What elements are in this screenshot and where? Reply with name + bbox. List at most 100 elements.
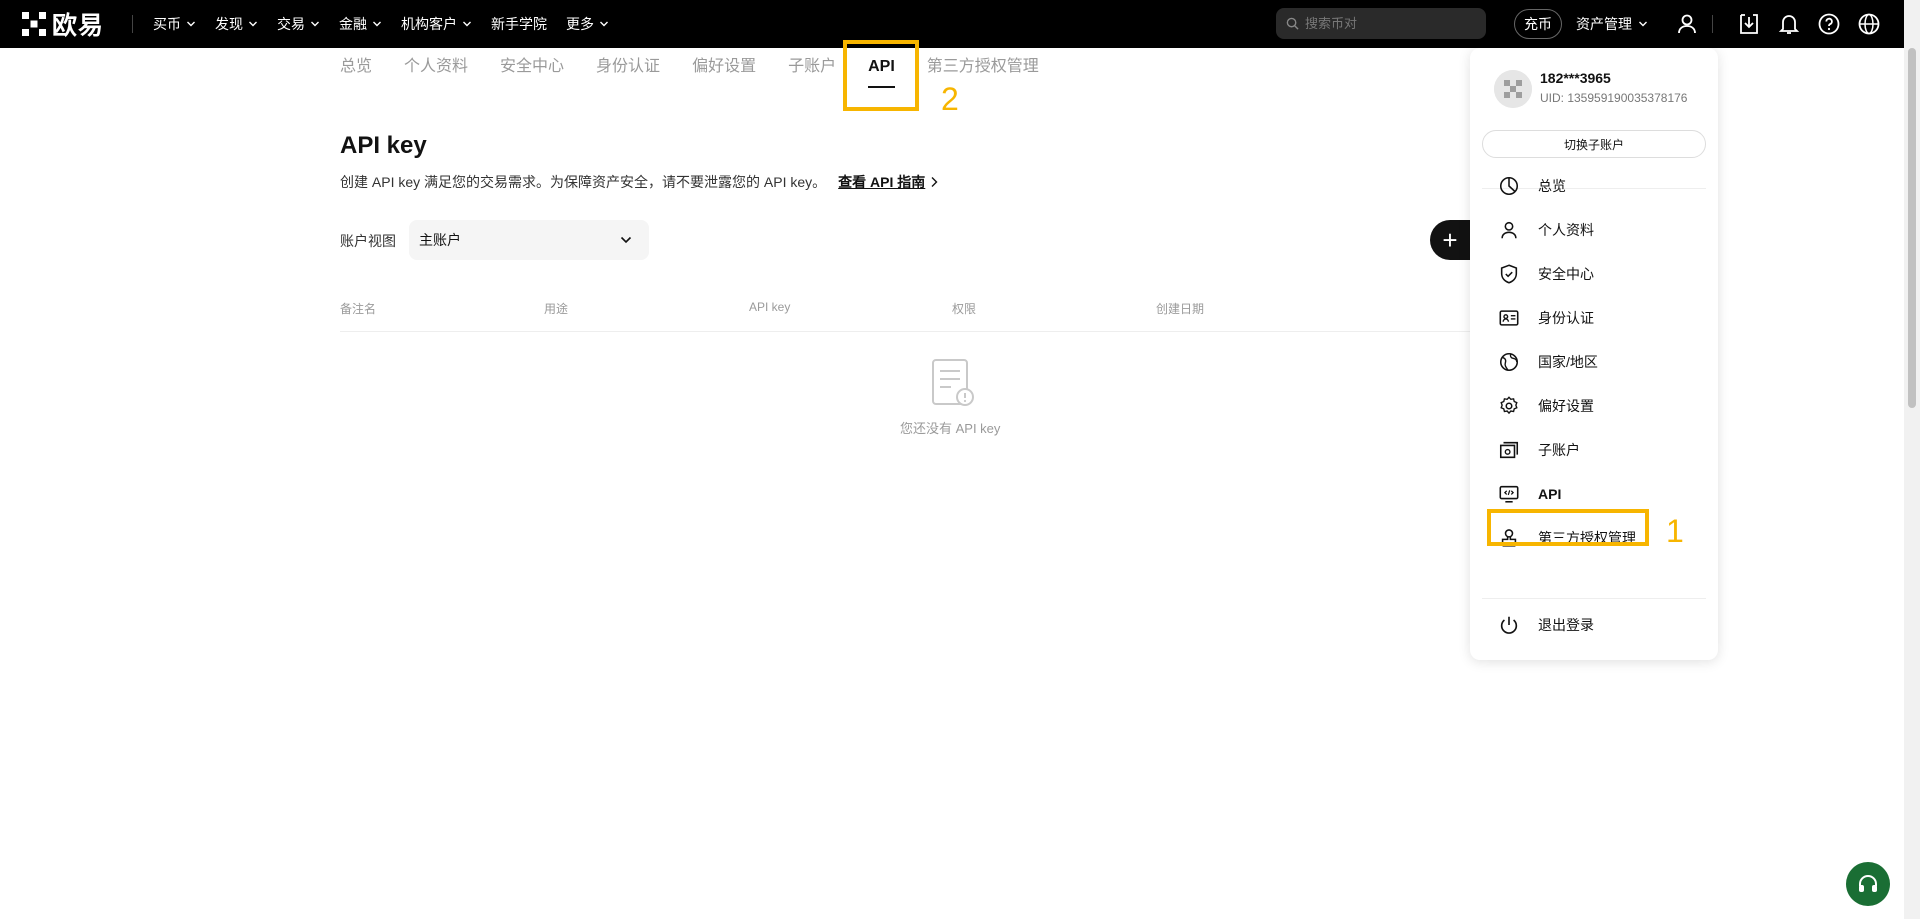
search-input[interactable] [1305, 16, 1475, 31]
dropdown-item-label: 安全中心 [1538, 266, 1594, 282]
nav-item-label: 买币 [153, 16, 182, 32]
nav-item-label: 更多 [566, 16, 595, 32]
tab-3[interactable]: 身份认证 [596, 52, 660, 82]
user-icon[interactable] [1675, 12, 1699, 36]
tab-highlight-box [843, 40, 919, 111]
api-monitor-icon [1499, 485, 1519, 503]
okx-logo-icon [22, 12, 46, 36]
pie-chart-icon [1499, 176, 1519, 196]
account-tabs: 总览 个人资料 安全中心 身份认证 偏好设置 子账户 API 第三方授权管理 [340, 52, 1071, 92]
dropdown-item-label: 偏好设置 [1538, 398, 1594, 414]
table-header-cell: 权限 [952, 302, 977, 316]
avatar [1494, 70, 1532, 108]
empty-state-text: 您还没有 API key [900, 421, 1001, 436]
globe-region-icon [1499, 352, 1519, 372]
page-description-text: 创建 API key 满足您的交易需求。为保障资产安全，请不要泄露您的 API … [340, 174, 827, 190]
logout-item[interactable]: 退出登录 [1498, 613, 1594, 637]
logout-label: 退出登录 [1538, 617, 1594, 633]
page-title: API key [340, 132, 427, 159]
dropdown-item-label: 个人资料 [1538, 222, 1594, 238]
id-card-icon [1499, 310, 1519, 326]
dropdown-item-0[interactable]: 总览 [1498, 174, 1566, 198]
account-view-select[interactable]: 主账户 [409, 220, 649, 260]
dropdown-item-7[interactable]: API [1498, 482, 1561, 506]
top-icon-divider [1712, 15, 1713, 33]
power-icon [1500, 616, 1518, 634]
main-nav: 买币 发现 交易 金融 机构客户 新手学院 更多 [153, 14, 628, 34]
nav-item-5[interactable]: 新手学院 [491, 14, 547, 34]
dropdown-item-5[interactable]: 偏好设置 [1498, 394, 1594, 418]
bell-icon[interactable] [1777, 12, 1801, 36]
support-chat-button[interactable] [1846, 862, 1890, 906]
api-guide-link[interactable]: 查看 API 指南 [838, 172, 925, 192]
page-scrollbar[interactable] [1904, 0, 1920, 919]
account-dropdown: 182***3965 UID: 135959190035378176 切换子账户… [1470, 48, 1718, 660]
chevron-down-icon [187, 21, 196, 27]
menu-highlight-number: 1 [1666, 513, 1684, 549]
tab-0[interactable]: 总览 [340, 52, 372, 82]
account-view-value: 主账户 [419, 232, 461, 248]
globe-icon[interactable] [1857, 12, 1881, 36]
download-icon[interactable] [1737, 12, 1761, 36]
empty-document-icon [932, 359, 974, 406]
tab-5[interactable]: 子账户 [788, 52, 836, 82]
tab-4[interactable]: 偏好设置 [692, 52, 756, 82]
table-header-divider [340, 331, 1470, 332]
table-header-cell: API key [749, 300, 791, 314]
tab-7[interactable]: 第三方授权管理 [927, 52, 1039, 82]
asset-management-label: 资产管理 [1576, 16, 1632, 32]
nav-item-2[interactable]: 交易 [277, 14, 320, 34]
nav-item-0[interactable]: 买币 [153, 14, 196, 34]
dropdown-item-1[interactable]: 个人资料 [1498, 218, 1594, 242]
chevron-down-icon [311, 21, 320, 27]
table-header-cell: 创建日期 [1156, 302, 1205, 316]
brand-logo[interactable]: 欧易 [22, 6, 104, 42]
dropdown-item-3[interactable]: 身份认证 [1498, 306, 1594, 330]
nav-item-4[interactable]: 机构客户 [401, 14, 472, 34]
nav-item-label: 新手学院 [491, 16, 548, 32]
nav-item-label: 交易 [277, 16, 306, 32]
page-description: 创建 API key 满足您的交易需求。为保障资产安全，请不要泄露您的 API … [340, 172, 939, 192]
user-uid: UID: 135959190035378176 [1540, 91, 1688, 105]
nav-item-label: 金融 [339, 16, 368, 32]
sub-account-icon [1499, 441, 1519, 459]
dropdown-item-label: API [1538, 486, 1562, 502]
create-api-key-button[interactable]: + [1430, 220, 1470, 260]
chevron-down-icon [463, 21, 472, 27]
dropdown-divider [1482, 598, 1706, 599]
search-icon [1286, 17, 1299, 30]
user-phone: 182***3965 [1540, 70, 1611, 86]
chevron-down-icon [1639, 21, 1647, 27]
help-icon[interactable] [1817, 12, 1841, 36]
dropdown-item-4[interactable]: 国家/地区 [1498, 350, 1598, 374]
top-separator [132, 15, 134, 33]
search-box[interactable] [1276, 8, 1486, 39]
tab-1[interactable]: 个人资料 [404, 52, 468, 82]
chevron-down-icon [249, 21, 258, 27]
asset-management-menu[interactable]: 资产管理 [1576, 14, 1648, 34]
headset-icon [1859, 875, 1877, 892]
switch-subaccount-button[interactable]: 切换子账户 [1482, 130, 1706, 158]
nav-item-6[interactable]: 更多 [566, 14, 609, 34]
dropdown-item-2[interactable]: 安全中心 [1498, 262, 1594, 286]
dropdown-item-label: 总览 [1538, 178, 1566, 194]
table-header-cell: 备注名 [340, 302, 377, 316]
deposit-button[interactable]: 充币 [1514, 9, 1562, 39]
dropdown-item-6[interactable]: 子账户 [1498, 438, 1580, 462]
user-icon [1501, 221, 1517, 239]
dropdown-item-label: 子账户 [1538, 442, 1580, 458]
chevron-down-icon [620, 236, 632, 244]
gear-icon [1500, 396, 1518, 415]
brand-name: 欧易 [52, 12, 105, 40]
nav-item-label: 机构客户 [401, 16, 458, 32]
chevron-right-icon [931, 177, 938, 187]
nav-item-label: 发现 [215, 16, 244, 32]
tab-2[interactable]: 安全中心 [500, 52, 564, 82]
table-header-cell: 用途 [544, 302, 569, 316]
menu-highlight-box [1487, 509, 1649, 546]
account-view-label: 账户视图 [340, 233, 396, 249]
chevron-down-icon [600, 21, 609, 27]
nav-item-1[interactable]: 发现 [215, 14, 258, 34]
nav-item-3[interactable]: 金融 [339, 14, 382, 34]
scrollbar-thumb[interactable] [1908, 48, 1916, 408]
